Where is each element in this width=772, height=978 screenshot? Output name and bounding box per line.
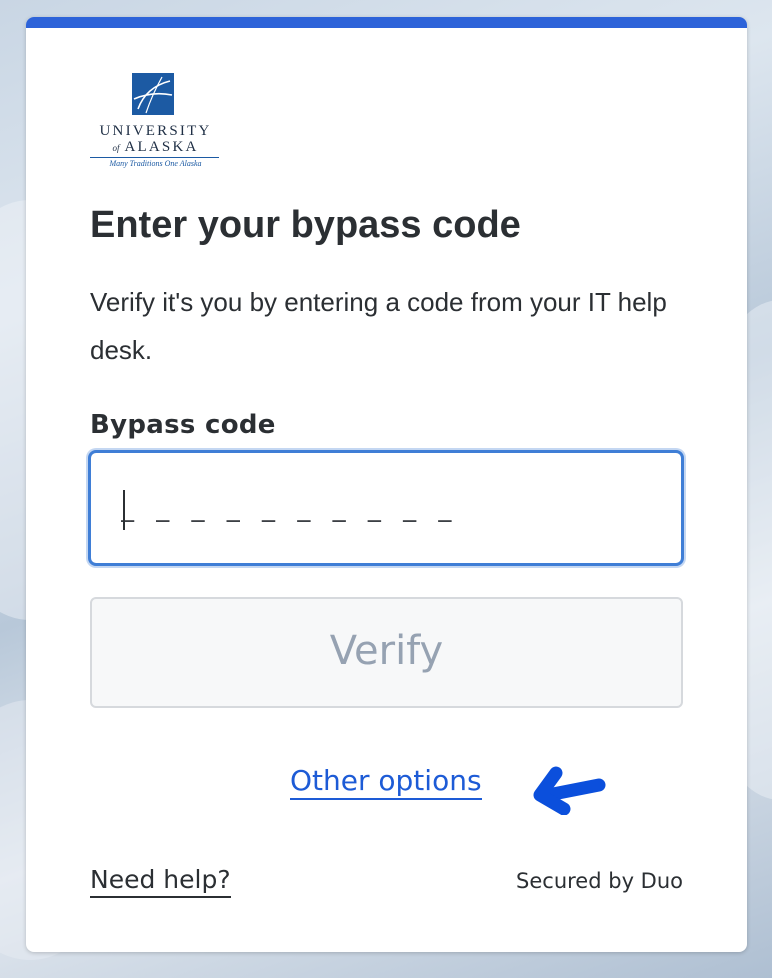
need-help-link[interactable]: Need help? xyxy=(90,864,231,898)
page-title: Enter your bypass code xyxy=(90,204,521,246)
logo-alaska-text: ALASKA xyxy=(124,139,199,155)
card-accent-bar xyxy=(26,17,747,28)
bypass-code-input[interactable] xyxy=(88,450,684,566)
logo-university-text: UNIVERSITY xyxy=(99,123,212,139)
text-caret xyxy=(123,490,125,530)
university-logo-icon xyxy=(132,73,174,115)
page-description: Verify it's you by entering a code from … xyxy=(90,287,667,365)
pointer-arrow-icon xyxy=(533,766,606,815)
other-options-link[interactable]: Other options xyxy=(290,764,482,800)
logo-tagline: Many Traditions One Alaska xyxy=(109,159,202,168)
bypass-code-label: Bypass code xyxy=(90,410,276,440)
secured-by-duo-text: Secured by Duo xyxy=(516,869,683,893)
logo-of-text: of xyxy=(112,143,120,153)
logo-divider xyxy=(90,157,219,158)
university-logo: UNIVERSITY of ALASKA Many Traditions One … xyxy=(88,71,223,171)
logo-alaska-line: of ALASKA xyxy=(88,139,223,156)
verify-button[interactable]: Verify xyxy=(90,597,683,708)
login-card: UNIVERSITY of ALASKA Many Traditions One … xyxy=(26,17,747,952)
